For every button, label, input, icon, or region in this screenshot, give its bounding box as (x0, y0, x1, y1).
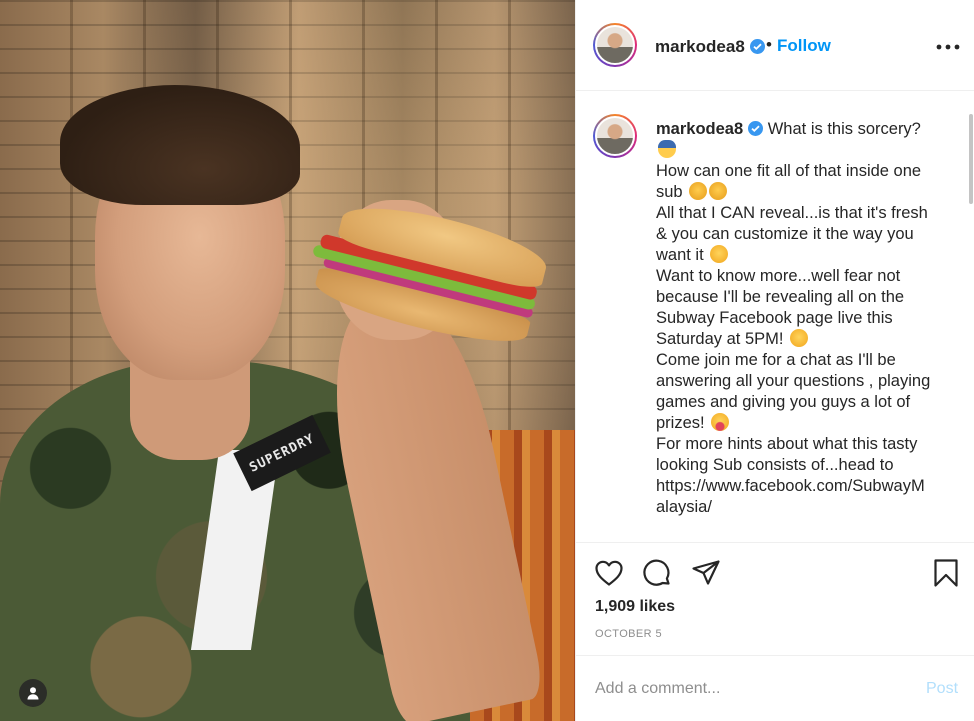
caption-area: markodea8 What is this sorcery? How can … (576, 90, 974, 543)
caption-line: prizes! (656, 413, 956, 434)
caption-line: games and giving you guys a lot of (656, 393, 911, 411)
comment-bubble-icon[interactable] (641, 557, 673, 589)
verified-badge-icon (748, 121, 764, 136)
caption-line: looking Sub consists of...head to (656, 456, 894, 474)
tongue-emoji-icon (711, 413, 730, 431)
instagram-post-modal: SUPERDRY markodea8 • Follow markodea8 Wh… (0, 0, 974, 721)
caption-emoji-line (656, 140, 956, 161)
caption-line: sub (656, 182, 956, 203)
caption-link[interactable]: alaysia/ (656, 497, 956, 518)
caption-line: want it (656, 245, 956, 266)
comment-bar: Post (576, 656, 974, 721)
caption-line: All that I CAN reveal...is that it's fre… (656, 204, 928, 222)
caption-link[interactable]: https://www.facebook.com/SubwayM (656, 476, 956, 497)
sunglasses-emoji-icon (790, 329, 809, 347)
more-options-icon[interactable] (934, 37, 962, 57)
header-username[interactable]: markodea8 (655, 37, 765, 57)
post-photo[interactable]: SUPERDRY (0, 0, 575, 721)
comment-input[interactable] (595, 676, 915, 702)
caption-username[interactable]: markodea8 (656, 120, 743, 138)
caption-line: How can one fit all of that inside one (656, 162, 922, 180)
caption-scrollbar[interactable] (969, 114, 973, 204)
post-comment-button[interactable]: Post (926, 680, 958, 698)
caption-line-1: markodea8 What is this sorcery? (656, 120, 921, 138)
guard-emoji-icon (658, 140, 676, 158)
post-header: markodea8 • Follow (576, 0, 974, 91)
caption-line: Come join me for a chat as I'll be (656, 351, 896, 369)
share-direct-icon[interactable] (690, 557, 722, 589)
caption-text: markodea8 What is this sorcery? How can … (656, 119, 956, 518)
photo-hair (60, 85, 300, 205)
caption-line: & you can customize it the way you (656, 225, 914, 243)
caption-line: For more hints about what this tasty (656, 435, 918, 453)
follow-button[interactable]: Follow (777, 36, 831, 56)
caption-avatar[interactable] (593, 114, 637, 158)
thinking-emoji-icon (689, 182, 708, 200)
tagged-users-button[interactable] (19, 679, 47, 707)
post-date[interactable]: OCTOBER 5 (595, 628, 662, 640)
post-side-panel: markodea8 • Follow markodea8 What is thi… (575, 0, 974, 721)
save-bookmark-icon[interactable] (930, 557, 962, 589)
user-icon (27, 687, 39, 700)
caption-line: answering all your questions , playing (656, 372, 931, 390)
caption-line: Want to know more...well fear not (656, 267, 901, 285)
post-actions: 1,909 likes OCTOBER 5 (576, 543, 974, 656)
winking-emoji-icon (710, 245, 729, 263)
avatar-image (595, 25, 635, 65)
caption-line: Subway Facebook page live this (656, 309, 893, 327)
username-text[interactable]: markodea8 (655, 37, 745, 56)
thinking-emoji-icon (709, 182, 728, 200)
like-heart-icon[interactable] (593, 557, 625, 589)
likes-count[interactable]: 1,909 likes (595, 598, 675, 616)
verified-badge-icon (749, 39, 765, 54)
avatar[interactable] (593, 23, 637, 67)
separator-dot: • (766, 35, 772, 54)
avatar-image (595, 116, 635, 156)
photo-sandwich (293, 188, 552, 366)
caption-line: Saturday at 5PM! (656, 329, 956, 350)
caption-line: because I'll be revealing all on the (656, 288, 905, 306)
